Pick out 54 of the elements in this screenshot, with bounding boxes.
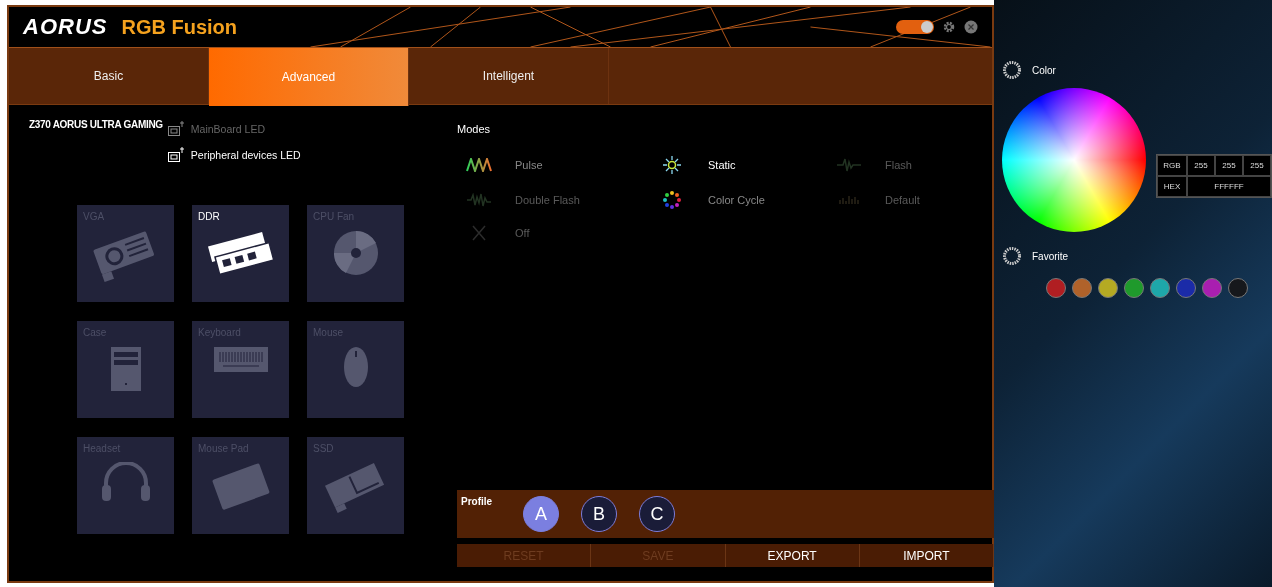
tab[interactable]: Basic <box>9 48 209 104</box>
profile-label: Profile <box>461 496 494 507</box>
favorite-color-swatch[interactable] <box>1124 278 1144 298</box>
monitor-icon <box>166 145 187 165</box>
monitor-icon <box>166 119 187 139</box>
rgb-value-field[interactable]: 255 <box>1187 155 1215 176</box>
hex-label: HEX <box>1157 176 1187 197</box>
led-group-option[interactable]: MainBoard LED <box>166 119 301 139</box>
tab[interactable]: Intelligent <box>409 48 609 104</box>
mode-option[interactable]: Static <box>650 155 827 175</box>
close-icon[interactable] <box>964 20 978 34</box>
device-tile[interactable]: DDR <box>192 205 289 302</box>
profile-button[interactable]: A <box>523 496 559 532</box>
section-title: Favorite <box>1032 250 1069 262</box>
rgb-value-field[interactable]: 255 <box>1215 155 1243 176</box>
fan-icon <box>332 230 379 276</box>
favorite-color-swatch[interactable] <box>1072 278 1092 298</box>
app-title: RGB Fusion <box>121 15 237 39</box>
headphones-icon <box>100 462 151 502</box>
mode-option[interactable]: Pulse <box>457 155 650 175</box>
favorite-color-swatch[interactable] <box>1176 278 1196 298</box>
mouse-icon <box>342 346 369 388</box>
section-title: Color <box>1032 64 1056 76</box>
ring-icon <box>1002 246 1022 266</box>
mode-option[interactable]: Color Cycle <box>650 190 827 210</box>
color-dots-icon <box>662 190 682 210</box>
favorite-color-swatch[interactable] <box>1202 278 1222 298</box>
bar-graph-icon <box>839 195 859 205</box>
favorite-color-swatch[interactable] <box>1046 278 1066 298</box>
sine-wave-icon <box>466 158 492 172</box>
computer-case-icon <box>109 346 142 392</box>
waveform-icon <box>836 158 862 172</box>
keyboard-icon <box>212 346 269 373</box>
led-group-option[interactable]: Peripheral devices LED <box>166 145 301 165</box>
brand-logo: AORUS <box>23 14 108 40</box>
waveform-icon <box>466 193 492 207</box>
motherboard-name: Z370 AORUS ULTRA GAMING <box>29 119 163 132</box>
cross-icon <box>472 225 486 241</box>
ring-icon <box>1002 60 1022 80</box>
hex-value-field[interactable]: FFFFFF <box>1187 176 1271 197</box>
memory-module-icon <box>206 230 275 277</box>
profile-button[interactable]: C <box>639 496 675 532</box>
section-title: Modes <box>457 123 492 135</box>
sun-icon <box>662 155 682 175</box>
rgb-value-field[interactable]: 255 <box>1243 155 1271 176</box>
favorite-color-swatch[interactable] <box>1150 278 1170 298</box>
favorite-color-swatch[interactable] <box>1228 278 1248 298</box>
tab[interactable]: Advanced <box>209 48 409 106</box>
favorite-color-swatch[interactable] <box>1098 278 1118 298</box>
profile-button[interactable]: B <box>581 496 617 532</box>
rgb-label: RGB <box>1157 155 1187 176</box>
settings-icon[interactable] <box>942 20 956 34</box>
power-toggle[interactable] <box>896 20 934 34</box>
action-button[interactable]: EXPORT <box>725 544 860 567</box>
